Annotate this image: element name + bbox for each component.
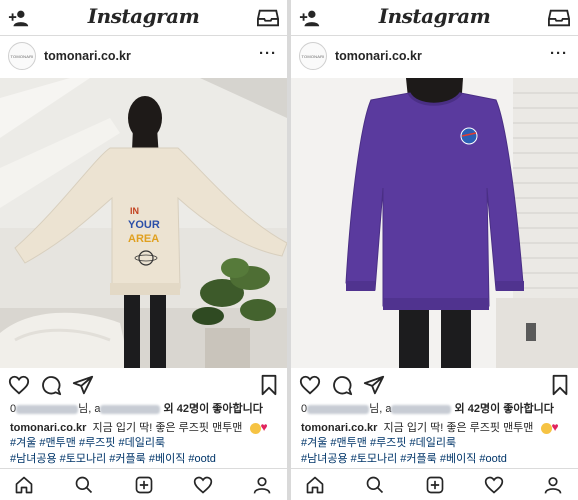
avatar[interactable]: TOMONARI (299, 42, 327, 70)
search-icon[interactable] (365, 475, 385, 495)
top-bar: Instagram (291, 0, 578, 36)
hashtags-line[interactable]: #겨울 #맨투맨 #루즈핏 #데일리룩 (301, 436, 572, 451)
more-options-icon[interactable]: ··· (259, 45, 277, 62)
home-icon[interactable] (14, 475, 34, 495)
app-logo: Instagram (87, 4, 200, 28)
account-name[interactable]: tomonari.co.kr (335, 49, 422, 63)
bookmark-icon[interactable] (549, 374, 571, 396)
blurred-username (391, 404, 452, 414)
caption: tomonari.co.kr 지금 입기 딱! 좋은 루즈핏 맨투맨 ♥ (301, 420, 559, 434)
kiss-emoji-icon (540, 422, 552, 434)
profile-icon[interactable] (543, 475, 563, 495)
blurred-username (16, 404, 79, 414)
post-actions (291, 372, 578, 400)
print-text-line2: YOUR (128, 219, 160, 231)
sweater-back-photo: IN YOUR AREA (0, 78, 287, 368)
more-options-icon[interactable]: ··· (550, 45, 568, 62)
heart-icon[interactable] (299, 374, 321, 396)
avatar[interactable]: TOMONARI (8, 42, 36, 70)
comment-icon[interactable] (40, 374, 62, 396)
blurred-username (307, 404, 370, 414)
new-post-icon[interactable] (134, 475, 154, 495)
inbox-icon[interactable] (548, 8, 570, 28)
bottom-nav (291, 468, 578, 500)
kiss-emoji-icon (249, 422, 261, 434)
post-screen-left: Instagram TOMONARI tomonari.co.kr ··· IN… (0, 0, 287, 500)
print-text-line1: IN (130, 206, 139, 216)
home-icon[interactable] (305, 475, 325, 495)
post-screen-right: Instagram TOMONARI tomonari.co.kr ··· 0 … (291, 0, 578, 500)
direct-share-icon[interactable] (363, 374, 385, 396)
direct-share-icon[interactable] (72, 374, 94, 396)
hashtags-line[interactable]: #남녀공용 #토모나리 #커플룩 #베이직 #ootd (10, 452, 281, 467)
post-header: TOMONARI tomonari.co.kr ··· (291, 36, 578, 78)
print-text-line3: AREA (128, 233, 159, 245)
activity-heart-icon[interactable] (484, 475, 504, 495)
post-actions (0, 372, 287, 400)
profile-icon[interactable] (252, 475, 272, 495)
likes-line[interactable]: 0 님, a 외 42명이 좋아합니다 (301, 402, 572, 417)
hashtags-line[interactable]: #겨울 #맨투맨 #루즈핏 #데일리룩 (10, 436, 281, 451)
caption: tomonari.co.kr 지금 입기 딱! 좋은 루즈핏 맨투맨 ♥ (10, 420, 268, 434)
comment-icon[interactable] (331, 374, 353, 396)
activity-heart-icon[interactable] (193, 475, 213, 495)
post-photo[interactable] (291, 78, 578, 368)
sweater-front-photo (291, 78, 578, 368)
likes-line[interactable]: 0 님, a 외 42명이 좋아합니다 (10, 402, 281, 417)
inbox-icon[interactable] (257, 8, 279, 28)
app-logo: Instagram (378, 4, 491, 28)
new-post-icon[interactable] (425, 475, 445, 495)
bookmark-icon[interactable] (258, 374, 280, 396)
bottom-nav (0, 468, 287, 500)
top-bar: Instagram (0, 0, 287, 36)
heart-emoji-icon: ♥ (260, 420, 268, 434)
hashtags-line[interactable]: #남녀공용 #토모나리 #커플룩 #베이직 #ootd (301, 452, 572, 467)
account-name[interactable]: tomonari.co.kr (44, 49, 131, 63)
search-icon[interactable] (74, 475, 94, 495)
blurred-username (100, 404, 161, 414)
heart-emoji-icon: ♥ (551, 420, 559, 434)
post-header: TOMONARI tomonari.co.kr ··· (0, 36, 287, 78)
heart-icon[interactable] (8, 374, 30, 396)
post-photo[interactable]: IN YOUR AREA (0, 78, 287, 368)
